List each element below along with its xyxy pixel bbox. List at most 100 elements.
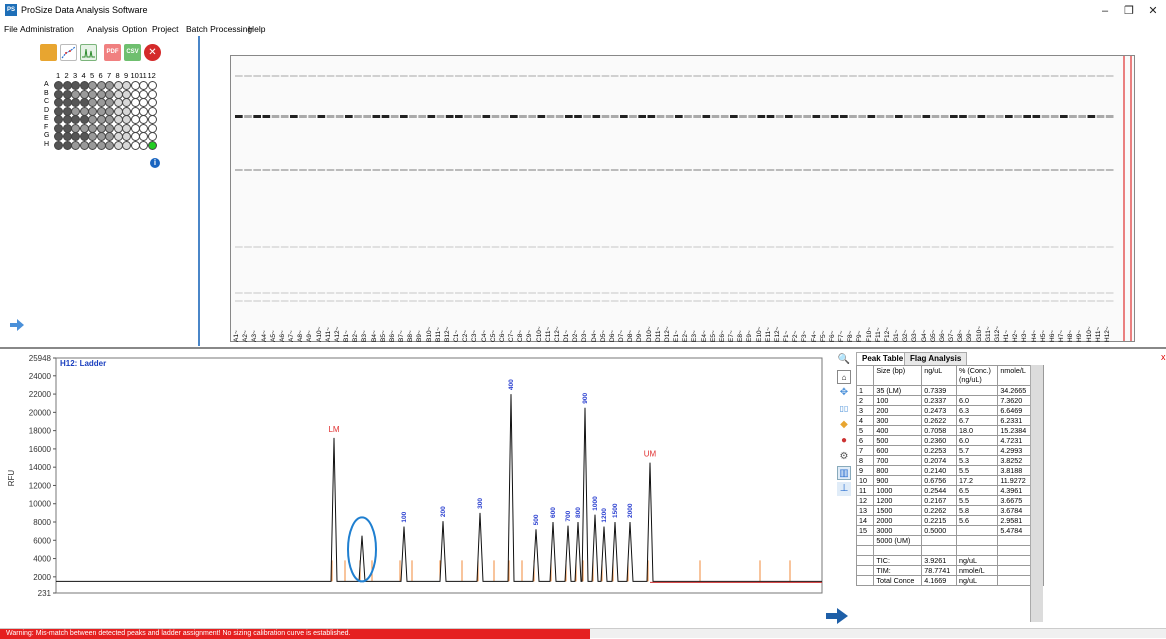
pdf-export-icon[interactable]: PDF — [104, 44, 121, 61]
home-icon[interactable]: ⌂ — [837, 370, 851, 384]
next-arrow-icon[interactable] — [826, 608, 848, 624]
table-row[interactable]: 10 900 0.6756 17.2 11.9272 — [855, 475, 1044, 486]
menu-administration[interactable]: Administration — [20, 24, 74, 34]
well-G11[interactable] — [139, 132, 148, 141]
gel-band — [601, 115, 610, 118]
table-row[interactable]: TIM: 78.7741 nmole/L — [855, 564, 1044, 576]
palette-icon[interactable]: ● — [837, 434, 851, 448]
well-A1[interactable] — [54, 81, 63, 90]
well-A5[interactable] — [88, 81, 97, 90]
lane-label-B12: B12~ — [443, 326, 451, 342]
well-C1[interactable] — [54, 98, 63, 107]
zoom-icon[interactable]: 🔍 — [837, 353, 851, 367]
vertical-splitter[interactable] — [198, 36, 200, 346]
table-row[interactable]: 14 2000 0.2215 5.6 2.9581 — [855, 515, 1044, 526]
gel-band — [885, 300, 894, 302]
table-row[interactable]: 8 700 0.2074 5.3 3.8252 — [855, 455, 1044, 466]
well-C11[interactable] — [139, 98, 148, 107]
well-H3[interactable] — [71, 140, 80, 150]
menu-project[interactable]: Project — [152, 24, 178, 34]
well-A12[interactable] — [147, 81, 157, 90]
well-H5[interactable] — [88, 140, 97, 150]
table-row[interactable]: 11 1000 0.2544 6.5 4.3961 — [855, 485, 1044, 496]
well-A9[interactable] — [122, 81, 131, 90]
bar-view-icon[interactable]: ▥ — [837, 466, 851, 480]
well-G7[interactable] — [105, 132, 114, 141]
well-G1[interactable] — [54, 132, 63, 141]
marker-icon[interactable]: ⊥ — [837, 482, 851, 496]
table-row[interactable]: 12 1200 0.2167 5.5 3.6675 — [855, 495, 1044, 506]
horizontal-splitter[interactable] — [0, 347, 1166, 349]
well-C9[interactable] — [122, 98, 131, 107]
well-H9[interactable] — [122, 140, 131, 150]
open-folder-icon[interactable] — [40, 44, 57, 61]
table-row[interactable]: 6 500 0.2360 6.0 4.7231 — [855, 435, 1044, 446]
well-E11[interactable] — [139, 115, 148, 124]
menu-batch-processing[interactable]: Batch Processing — [186, 24, 252, 34]
menu-file[interactable]: File — [4, 24, 18, 34]
well-G9[interactable] — [122, 132, 131, 141]
expand-arrow-icon[interactable] — [10, 319, 24, 331]
well-G12[interactable] — [147, 132, 157, 141]
csv-export-icon[interactable]: CSV — [124, 44, 141, 61]
well-G3[interactable] — [71, 132, 80, 141]
peak-icon[interactable]: ▯▯ — [837, 402, 851, 416]
gel-band — [693, 292, 701, 294]
well-H12[interactable] — [147, 140, 157, 150]
gel-band — [326, 75, 335, 77]
gel-band — [1032, 300, 1041, 302]
well-A3[interactable] — [71, 81, 80, 90]
close-window-button[interactable]: ✕ — [1142, 3, 1164, 19]
pan-icon[interactable]: ✥ — [837, 386, 851, 400]
table-scrollbar[interactable] — [1030, 365, 1043, 622]
minimize-button[interactable]: – — [1094, 3, 1116, 19]
well-A7[interactable] — [105, 81, 114, 90]
well-H11[interactable] — [139, 140, 148, 150]
table-row[interactable]: 7 600 0.2253 5.7 4.2993 — [855, 445, 1044, 456]
info-icon[interactable]: i — [150, 158, 160, 168]
table-row[interactable]: 9 800 0.2140 5.5 3.8188 — [855, 465, 1044, 476]
well-H1[interactable] — [54, 140, 63, 150]
well-E1[interactable] — [54, 115, 63, 124]
menu-help[interactable]: Help — [248, 24, 265, 34]
menu-option[interactable]: Option — [122, 24, 147, 34]
well-C5[interactable] — [88, 98, 97, 107]
table-row[interactable]: TIC: 3.9261 ng/uL — [855, 554, 1044, 566]
table-row[interactable] — [855, 545, 1044, 556]
sizing-curve-icon[interactable] — [60, 44, 77, 61]
well-H7[interactable] — [105, 140, 114, 150]
table-row[interactable]: 3 200 0.2473 6.3 6.6469 — [855, 405, 1044, 416]
well-E3[interactable] — [71, 115, 80, 124]
table-row[interactable]: Total Conce 4.1669 ng/uL — [855, 574, 1044, 586]
lane-label-E10: E10~ — [755, 326, 763, 342]
table-row[interactable]: 13 1500 0.2262 5.8 3.6784 — [855, 505, 1044, 516]
well-C12[interactable] — [147, 98, 157, 107]
well-A11[interactable] — [139, 81, 148, 90]
tag-icon[interactable]: ◆ — [837, 418, 851, 432]
gel-band — [427, 115, 436, 118]
gel-band — [620, 169, 628, 171]
well-G5[interactable] — [88, 132, 97, 141]
tab-peak-table[interactable]: Peak Table — [856, 352, 910, 365]
table-row[interactable]: 5000 (UM) — [855, 535, 1044, 546]
table-cell — [955, 535, 999, 546]
well-E5[interactable] — [88, 115, 97, 124]
well-C3[interactable] — [71, 98, 80, 107]
close-table-icon[interactable]: x — [1161, 352, 1166, 362]
table-row[interactable]: 4 300 0.2622 6.7 6.2331 — [855, 415, 1044, 426]
settings-icon[interactable]: ⚙ — [837, 450, 851, 464]
table-row[interactable]: 5 400 0.7058 18.0 15.2384 — [855, 425, 1044, 436]
gel-band — [271, 115, 280, 118]
table-row[interactable]: 2 100 0.2337 6.0 7.3620 — [855, 395, 1044, 406]
well-E7[interactable] — [105, 115, 114, 124]
close-red-icon[interactable]: ✕ — [144, 44, 161, 61]
well-E12[interactable] — [147, 115, 157, 124]
table-row[interactable]: 15 3000 0.5000 5.4784 — [855, 525, 1044, 536]
tab-flag-analysis[interactable]: Flag Analysis — [904, 352, 968, 365]
gel-view-icon[interactable] — [80, 44, 97, 61]
well-E9[interactable] — [122, 115, 131, 124]
restore-button[interactable]: ❐ — [1118, 3, 1140, 19]
well-C7[interactable] — [105, 98, 114, 107]
menu-analysis[interactable]: Analysis — [87, 24, 119, 34]
table-row[interactable]: 1 35 (LM) 0.7339 34.2665 — [855, 385, 1044, 396]
